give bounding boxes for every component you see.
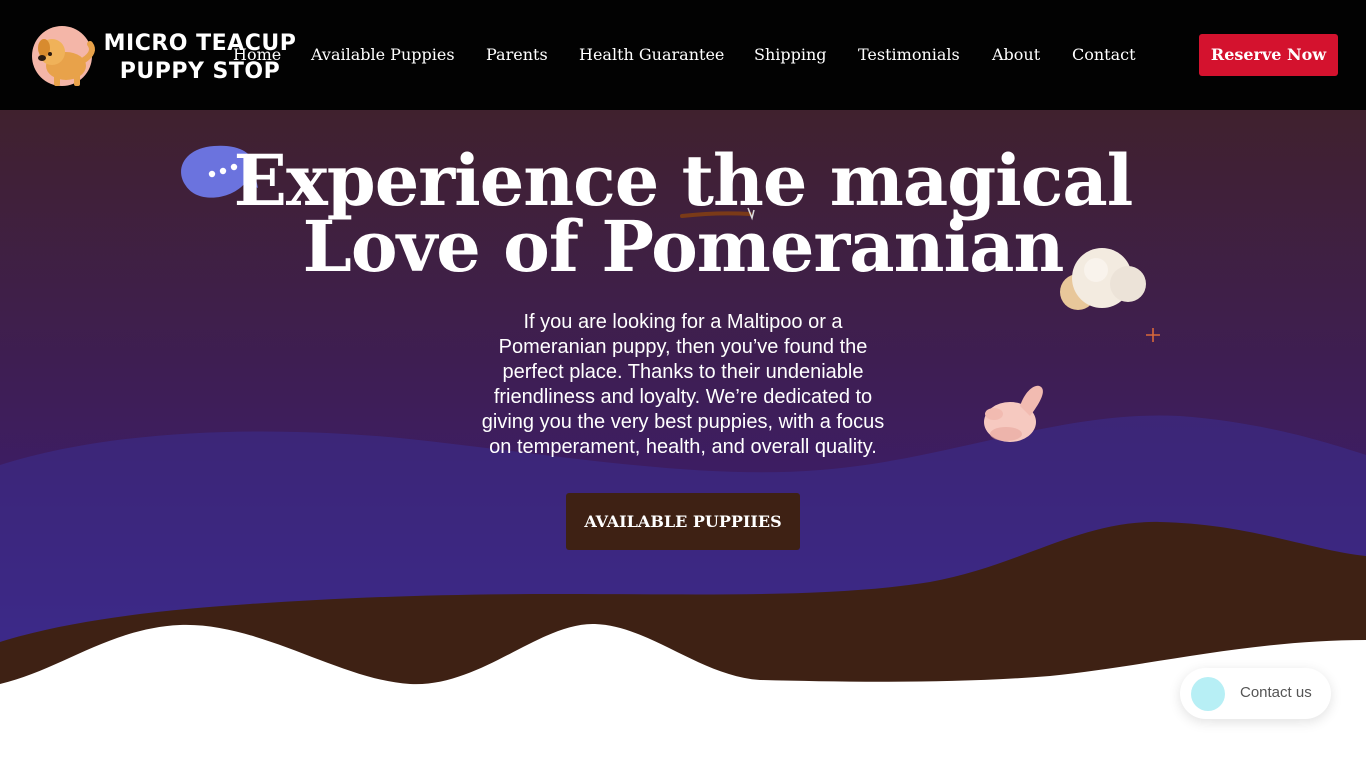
nav-home[interactable]: Home [233, 44, 281, 66]
hero-description: If you are looking for a Maltipoo or a P… [481, 311, 885, 458]
nav-shipping[interactable]: Shipping [754, 44, 827, 66]
hero-title: Experience the magical Love of Pomerania… [183, 146, 1183, 288]
reserve-now-button[interactable]: Reserve Now [1199, 34, 1338, 76]
contact-avatar-icon [1191, 677, 1225, 711]
contact-us-label: Contact us [1240, 684, 1312, 701]
nav-about[interactable]: About [992, 44, 1040, 66]
main-nav: Home Available Puppies Parents Health Gu… [0, 44, 1366, 68]
nav-parents[interactable]: Parents [486, 44, 548, 66]
sparkle-icon [1146, 328, 1160, 342]
contact-us-widget[interactable]: Contact us [1180, 668, 1331, 719]
nav-health-guarantee[interactable]: Health Guarantee [579, 44, 724, 66]
thumbs-gesture-icon [984, 385, 1043, 442]
nav-testimonials[interactable]: Testimonials [858, 44, 960, 66]
hero-section: Experience the magical Love of Pomerania… [0, 110, 1366, 768]
site-header: MICRO TEACUP PUPPY STOP Home Available P… [0, 0, 1366, 110]
available-puppies-button[interactable]: AVAILABLE PUPPIIES [566, 493, 800, 550]
hero-title-line-2: Love of Pomeranian [302, 205, 1065, 288]
nav-available-puppies[interactable]: Available Puppies [311, 44, 455, 66]
nav-contact[interactable]: Contact [1072, 44, 1136, 66]
